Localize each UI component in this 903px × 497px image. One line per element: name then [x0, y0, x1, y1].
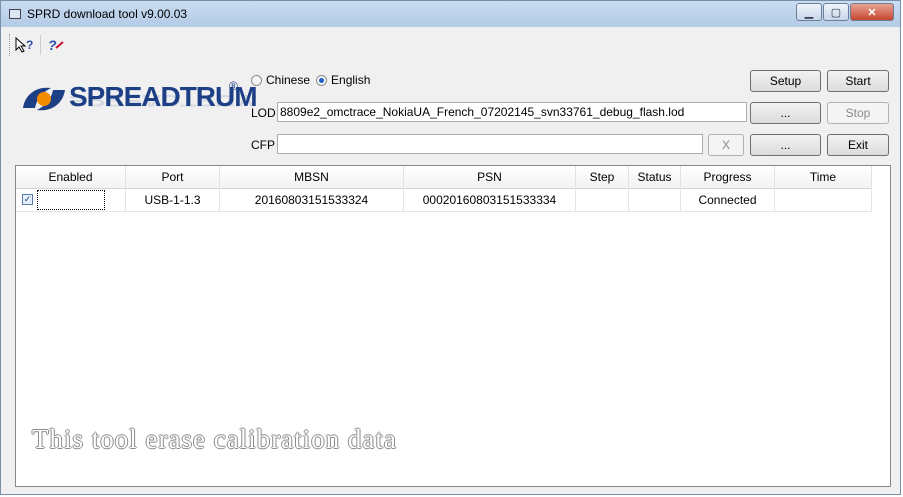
- column-header-progress[interactable]: Progress: [681, 166, 775, 188]
- window-title: SPRD download tool v9.00.03: [27, 7, 188, 21]
- lod-browse-button[interactable]: ...: [750, 102, 821, 124]
- cell-status: [629, 188, 681, 212]
- about-help-icon: ?: [48, 37, 64, 53]
- cell-psn: 00020160803151533334: [404, 188, 576, 212]
- close-button[interactable]: ✕: [850, 3, 894, 21]
- lod-label: LOD: [251, 106, 276, 120]
- cell-enabled: ✓: [16, 188, 126, 212]
- language-selector: Chinese English: [251, 73, 376, 87]
- cfp-label: CFP: [251, 138, 275, 152]
- english-radio[interactable]: [316, 74, 328, 86]
- logo-reflection: SPREADTRUM: [69, 91, 257, 110]
- column-header-port[interactable]: Port: [126, 166, 220, 188]
- english-label: English: [331, 73, 371, 87]
- spreadtrum-logo-icon: [23, 87, 65, 111]
- chinese-radio[interactable]: [251, 74, 262, 86]
- column-header-time[interactable]: Time: [775, 166, 872, 188]
- cell-step: [576, 188, 629, 212]
- minimize-button[interactable]: ▁: [796, 3, 822, 21]
- device-table[interactable]: Enabled Port MBSN PSN Step Status Progre…: [15, 165, 891, 487]
- cell-mbsn: 20160803151533324: [220, 188, 404, 212]
- exit-button[interactable]: Exit: [827, 134, 889, 156]
- column-header-step[interactable]: Step: [576, 166, 629, 188]
- tool-button-about[interactable]: ?: [43, 33, 69, 57]
- context-help-icon: ?: [15, 36, 33, 53]
- svg-text:?: ?: [26, 38, 33, 52]
- column-header-mbsn[interactable]: MBSN: [220, 166, 404, 188]
- cell-progress: Connected: [681, 188, 775, 212]
- spreadtrum-logo: SPREADTRUM ® SPREADTRUM: [21, 77, 258, 135]
- enabled-checkbox[interactable]: ✓: [22, 194, 33, 205]
- column-header-enabled[interactable]: Enabled: [16, 166, 126, 188]
- app-icon: [9, 9, 21, 19]
- minimize-icon: ▁: [804, 6, 814, 19]
- cfp-clear-button[interactable]: X: [708, 134, 744, 156]
- window-controls: ▁ ▢ ✕: [795, 3, 894, 21]
- cell-port: USB-1-1.3: [126, 188, 220, 212]
- toolbar: ? ?: [1, 27, 900, 63]
- cfp-path-field[interactable]: [277, 134, 703, 154]
- close-icon: ✕: [867, 6, 877, 19]
- svg-text:?: ?: [48, 37, 57, 53]
- lod-path-field[interactable]: 8809e2_omctrace_NokiaUA_French_07202145_…: [277, 102, 747, 122]
- column-header-psn[interactable]: PSN: [404, 166, 576, 188]
- start-button[interactable]: Start: [827, 70, 889, 92]
- cfp-browse-button[interactable]: ...: [750, 134, 821, 156]
- toolbar-separator: [40, 35, 41, 55]
- table-row[interactable]: ✓ USB-1-1.3 20160803151533324 0002016080…: [16, 188, 872, 212]
- cell-time: [775, 188, 872, 212]
- main-window: SPRD download tool v9.00.03 ▁ ▢ ✕ ? ? SP…: [0, 0, 901, 495]
- column-header-status[interactable]: Status: [629, 166, 681, 188]
- focus-rectangle: [37, 189, 105, 210]
- chinese-label: Chinese: [266, 73, 311, 87]
- table-header: Enabled Port MBSN PSN Step Status Progre…: [16, 166, 872, 189]
- calibration-warning-text: This tool erase calibration data: [32, 424, 397, 454]
- tool-button-context-help[interactable]: ?: [12, 33, 38, 57]
- stop-button[interactable]: Stop: [827, 102, 889, 124]
- setup-button[interactable]: Setup: [750, 70, 821, 92]
- maximize-icon: ▢: [830, 6, 842, 19]
- title-bar[interactable]: SPRD download tool v9.00.03 ▁ ▢ ✕: [1, 1, 900, 27]
- maximize-button[interactable]: ▢: [823, 3, 849, 21]
